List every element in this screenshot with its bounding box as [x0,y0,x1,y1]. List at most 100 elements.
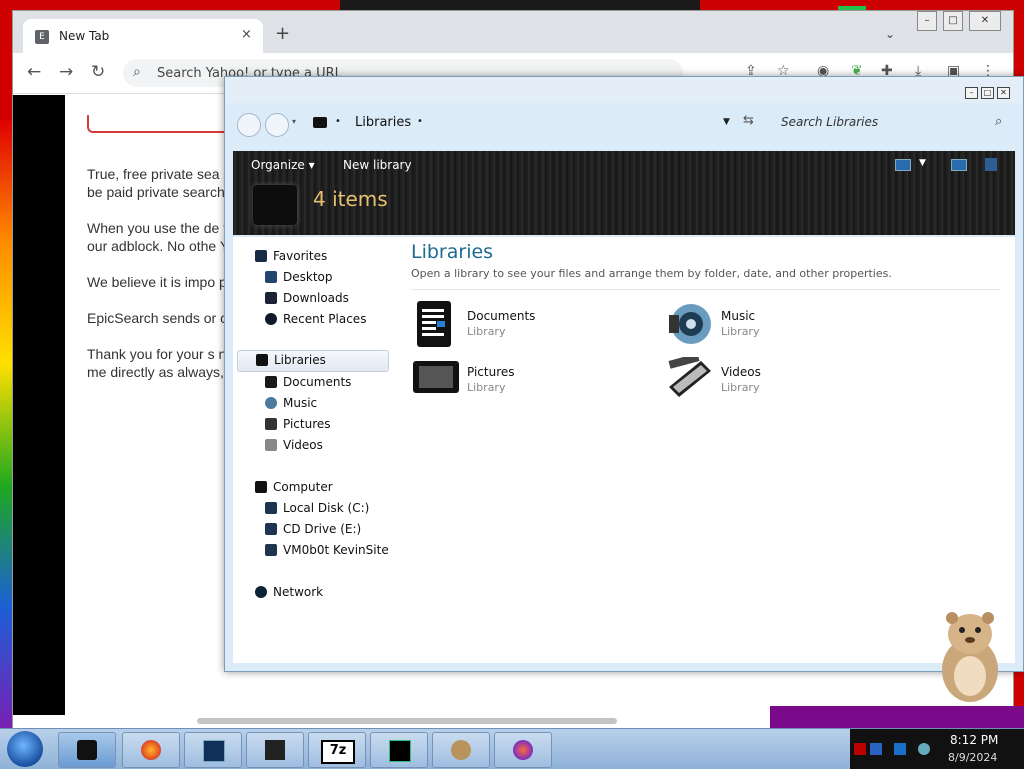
nav-label: Downloads [283,291,349,305]
browser-minimize-button[interactable]: – [917,11,937,31]
tray-alert-icon[interactable] [854,743,866,755]
divider [411,289,1001,290]
nav-network[interactable]: Network [255,583,411,603]
preview-pane-icon[interactable] [951,159,967,171]
hamster-gadget[interactable] [930,604,1010,704]
search-icon[interactable]: ⌕ [995,114,1002,129]
library-name: Videos [721,365,761,379]
nav-label: Recent Places [283,312,367,326]
library-type: Library [721,381,760,394]
documents-icon [265,376,277,388]
tablet-icon [203,740,225,762]
downloads-folder-icon [265,292,277,304]
taskbar-app-3[interactable] [184,732,242,768]
nav-videos[interactable]: Videos [265,436,421,456]
nav-label: Desktop [283,270,333,284]
network-icon [255,586,267,598]
nav-label: CD Drive (E:) [283,522,362,536]
crumb-arrow-icon[interactable]: • [417,116,423,127]
film-strip-icon [667,353,713,401]
reload-icon[interactable]: ↻ [91,62,105,82]
command-and-details-pane: Organize ▾ New library ▼ 4 items [233,151,1015,235]
libraries-icon [256,354,268,366]
explorer-forward-button[interactable] [265,113,289,137]
horizontal-scrollbar[interactable] [197,718,617,724]
command-bar: Organize ▾ New library ▼ [233,151,1015,179]
taskbar-app-7[interactable] [432,732,490,768]
tray-display-icon[interactable] [894,743,906,755]
library-videos[interactable]: Videos Library [667,353,907,407]
new-tab-button[interactable]: + [275,23,290,44]
browser-maximize-button[interactable]: □ [943,11,963,31]
organize-button[interactable]: Organize ▾ [251,158,315,172]
recent-pages-chevron-icon[interactable]: ▾ [292,117,296,126]
firefox-icon [141,740,161,760]
videos-icon [265,439,277,451]
tray-network-icon[interactable] [870,743,882,755]
explorer-body: Favorites Desktop Downloads Recent Place… [233,237,1015,663]
nav-libraries[interactable]: Libraries [237,350,389,372]
taskbar-firefox[interactable] [122,732,180,768]
hard-drive-icon [265,502,277,514]
address-dropdown-icon[interactable]: ▼ [723,117,730,127]
breadcrumb-libraries[interactable]: Libraries [355,115,411,130]
desktop-banner [770,706,1024,730]
taskbar-7zip[interactable]: 7z [308,732,366,768]
nav-pictures[interactable]: Pictures [265,415,421,435]
nav-computer[interactable]: Computer [255,478,411,498]
search-libraries-input[interactable]: Search Libraries [781,115,878,129]
clock-date[interactable]: 8/9/2024 [948,751,997,764]
new-library-button[interactable]: New library [343,158,412,172]
pictures-icon [265,418,277,430]
change-view-icon[interactable] [895,159,911,171]
nav-cd-drive[interactable]: CD Drive (E:) [265,520,421,540]
explorer-minimize-button[interactable]: – [965,87,978,99]
library-content: Libraries Open a library to see your fil… [411,237,1009,663]
explorer-address-row: ▾ • Libraries • ▼ ⇆ Search Libraries ⌕ [225,103,1023,147]
taskbar-app-8[interactable] [494,732,552,768]
taskbar-explorer[interactable] [58,732,116,768]
library-name: Pictures [467,365,515,379]
computer-icon [255,481,267,493]
explorer-maximize-button[interactable]: □ [981,87,994,99]
network-drive-icon [265,544,277,556]
browser-close-button[interactable]: ✕ [969,11,1001,31]
taskbar-task-manager[interactable] [370,732,428,768]
tab-new-tab[interactable]: E New Tab × [23,19,263,53]
bird-icon [451,740,471,760]
library-music[interactable]: Music Library [667,301,907,351]
nav-label: VM0b0t KevinSite [283,543,389,557]
nav-downloads[interactable]: Downloads [265,289,421,309]
explorer-window: – □ ✕ ▾ • Libraries • ▼ ⇆ Search Librari… [224,76,1024,672]
crumb-arrow-icon[interactable]: • [335,116,341,127]
nav-documents[interactable]: Documents [265,373,421,393]
nav-recent-places[interactable]: Recent Places [265,310,421,330]
help-icon[interactable] [985,158,997,171]
explorer-titlebar[interactable]: – □ ✕ [225,77,1023,103]
tab-close-icon[interactable]: × [241,27,252,42]
nav-label: Videos [283,438,323,452]
view-options-chevron-icon[interactable]: ▼ [919,158,926,168]
explorer-back-button[interactable] [237,113,261,137]
library-name: Documents [467,309,536,323]
taskbar-app-4[interactable] [246,732,304,768]
start-button[interactable] [7,731,43,767]
nav-label: Local Disk (C:) [283,501,370,515]
nav-music[interactable]: Music [265,394,421,414]
refresh-icon[interactable]: ⇆ [743,113,754,128]
forward-icon[interactable]: → [59,62,73,82]
nav-local-disk[interactable]: Local Disk (C:) [265,499,421,519]
explorer-close-button[interactable]: ✕ [997,87,1010,99]
back-icon[interactable]: ← [27,62,41,82]
nav-vm-share[interactable]: VM0b0t KevinSite [265,541,421,561]
library-pictures[interactable]: Pictures Library [413,357,653,407]
nav-favorites[interactable]: Favorites [255,247,411,267]
tab-search-chevron-icon[interactable]: ⌄ [885,27,895,41]
clock-time[interactable]: 8:12 PM [950,733,998,747]
library-documents[interactable]: Documents Library [413,301,653,351]
tray-volume-icon[interactable] [918,743,930,755]
nav-desktop[interactable]: Desktop [265,268,421,288]
libraries-large-icon [253,185,297,225]
system-tray: 8:12 PM 8/9/2024 [850,729,1024,769]
activity-monitor-icon [389,740,411,762]
